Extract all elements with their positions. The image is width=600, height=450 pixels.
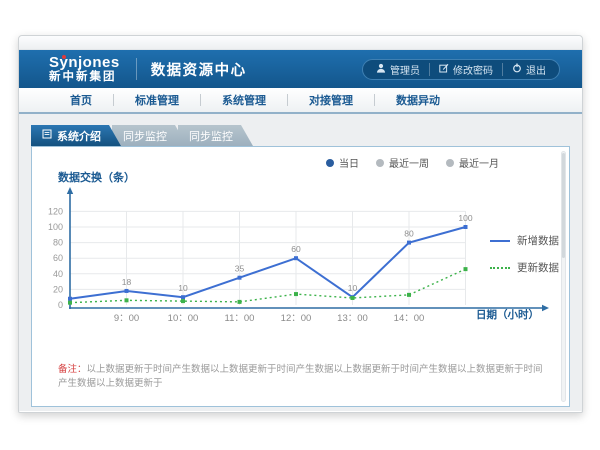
range-option-last-month[interactable]: 最近一月 bbox=[446, 155, 499, 170]
logo-name: Synjones bbox=[49, 55, 120, 71]
user-icon bbox=[376, 63, 386, 76]
radio-dot bbox=[326, 159, 334, 167]
svg-text:0: 0 bbox=[58, 300, 63, 310]
svg-text:10：00: 10：00 bbox=[168, 313, 199, 324]
app-window: Synjones 新中新集团 数据资源中心 管理员 修改密码 bbox=[18, 35, 583, 413]
svg-text:10: 10 bbox=[348, 283, 358, 293]
range-filter: 当日 最近一周 最近一月 bbox=[326, 155, 499, 170]
document-icon bbox=[42, 129, 52, 142]
user-menu: 管理员 修改密码 退出 bbox=[362, 59, 560, 80]
logo: Synjones 新中新集团 bbox=[49, 55, 120, 83]
tab-label: 同步监控 bbox=[123, 128, 167, 144]
chart-legend: 新增数据 更新数据 bbox=[490, 233, 559, 275]
nav-item-interface-mgmt[interactable]: 对接管理 bbox=[288, 92, 374, 108]
solid-line-swatch bbox=[490, 240, 510, 242]
svg-text:20: 20 bbox=[53, 284, 63, 294]
logout-button[interactable]: 退出 bbox=[502, 63, 555, 76]
nav-item-data-change[interactable]: 数据异动 bbox=[375, 92, 461, 108]
svg-text:60: 60 bbox=[53, 253, 63, 263]
svg-text:18: 18 bbox=[122, 277, 132, 287]
admin-user-label: 管理员 bbox=[390, 62, 420, 77]
svg-text:13：00: 13：00 bbox=[337, 313, 368, 324]
nav-item-standard-mgmt[interactable]: 标准管理 bbox=[114, 92, 200, 108]
svg-text:120: 120 bbox=[48, 206, 63, 216]
x-axis-title: 日期（小时） bbox=[476, 307, 539, 322]
tab-label: 同步监控 bbox=[189, 128, 233, 144]
range-option-today[interactable]: 当日 bbox=[326, 155, 359, 170]
tab-sync-monitor-1[interactable]: 同步监控 bbox=[112, 125, 187, 146]
svg-text:100: 100 bbox=[458, 213, 472, 223]
svg-text:100: 100 bbox=[48, 222, 63, 232]
edit-icon bbox=[439, 63, 449, 76]
card-scrollbar[interactable] bbox=[561, 151, 566, 402]
range-option-label: 最近一周 bbox=[389, 155, 429, 170]
note-text: 以上数据更新于时间产生数据以上数据更新于时间产生数据以上数据更新于时间产生数据以… bbox=[58, 364, 543, 389]
tab-label: 系统介绍 bbox=[57, 128, 101, 144]
admin-user-button[interactable]: 管理员 bbox=[367, 63, 429, 76]
logo-company: 新中新集团 bbox=[49, 71, 120, 83]
legend-item-update-data: 更新数据 bbox=[490, 260, 559, 275]
tab-system-intro[interactable]: 系统介绍 bbox=[31, 125, 121, 146]
svg-text:9：00: 9：00 bbox=[114, 313, 139, 324]
nav-item-home[interactable]: 首页 bbox=[49, 92, 113, 108]
header-divider bbox=[136, 58, 137, 80]
tab-sync-monitor-2[interactable]: 同步监控 bbox=[178, 125, 253, 146]
window-top-strip bbox=[19, 36, 582, 50]
svg-text:60: 60 bbox=[291, 244, 301, 254]
svg-text:80: 80 bbox=[404, 229, 414, 239]
svg-text:11：00: 11：00 bbox=[225, 313, 255, 324]
change-password-button[interactable]: 修改密码 bbox=[429, 63, 502, 76]
tab-bar: 系统介绍 同步监控 同步监控 bbox=[31, 125, 253, 146]
scrollbar-thumb[interactable] bbox=[562, 153, 565, 258]
legend-item-new-data: 新增数据 bbox=[490, 233, 559, 248]
note-label: 备注： bbox=[58, 364, 87, 375]
radio-dot bbox=[446, 159, 454, 167]
range-option-last-week[interactable]: 最近一周 bbox=[376, 155, 429, 170]
nav-item-system-mgmt[interactable]: 系统管理 bbox=[201, 92, 287, 108]
logout-label: 退出 bbox=[526, 62, 546, 77]
chart-card: 当日 最近一周 最近一月 数据交换（条） 0204060801001209：00… bbox=[31, 146, 570, 407]
dotted-line-swatch bbox=[490, 267, 510, 269]
svg-text:12：00: 12：00 bbox=[281, 313, 312, 324]
content-area: 系统介绍 同步监控 同步监控 当日 最近一周 bbox=[19, 114, 582, 411]
radio-dot bbox=[376, 159, 384, 167]
power-icon bbox=[512, 63, 522, 76]
range-option-label: 当日 bbox=[339, 155, 359, 170]
range-option-label: 最近一月 bbox=[459, 155, 499, 170]
svg-text:10: 10 bbox=[178, 283, 188, 293]
change-password-label: 修改密码 bbox=[453, 62, 493, 77]
svg-text:80: 80 bbox=[53, 238, 63, 248]
svg-text:40: 40 bbox=[53, 269, 63, 279]
svg-text:14：00: 14：00 bbox=[394, 313, 425, 324]
svg-text:35: 35 bbox=[235, 264, 245, 274]
footer-note: 备注：以上数据更新于时间产生数据以上数据更新于时间产生数据以上数据更新于时间产生… bbox=[58, 361, 549, 389]
page-title: 数据资源中心 bbox=[151, 59, 247, 80]
app-header: Synjones 新中新集团 数据资源中心 管理员 修改密码 bbox=[19, 50, 582, 88]
main-nav: 首页 标准管理 系统管理 对接管理 数据异动 bbox=[19, 88, 582, 114]
